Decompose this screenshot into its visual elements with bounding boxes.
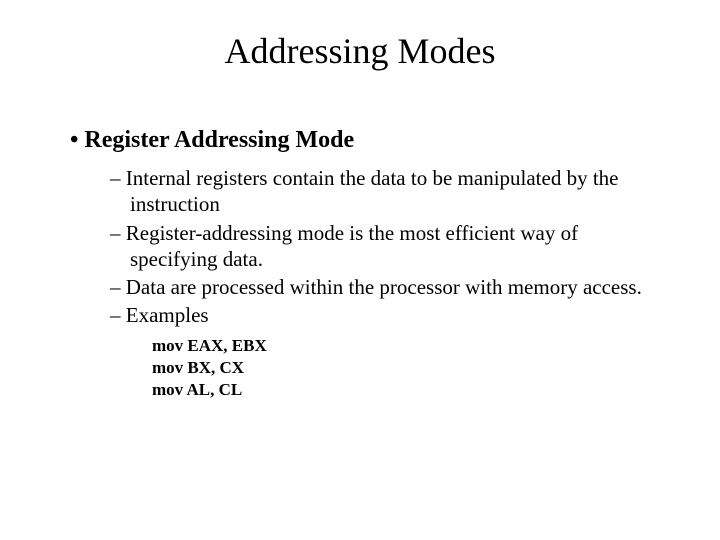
slide-body: Register Addressing Mode Internal regist… [70,125,660,401]
slide-title: Addressing Modes [0,30,720,72]
bullet-text: Internal registers contain the data to b… [126,166,619,216]
code-line: mov BX, CX [152,357,660,379]
code-line: mov EAX, EBX [152,335,660,357]
bullet-level2: Data are processed within the processor … [110,274,660,300]
bullet-level1-text: Register Addressing Mode [84,127,354,153]
bullet-level1: Register Addressing Mode [70,125,660,155]
code-examples: mov EAX, EBX mov BX, CX mov AL, CL [152,335,660,401]
bullet-level2: Examples [110,302,660,328]
bullet-text: Data are processed within the processor … [126,275,642,299]
slide: Addressing Modes Register Addressing Mod… [0,0,720,540]
code-line: mov AL, CL [152,379,660,401]
bullet-level2: Register-addressing mode is the most eff… [110,220,660,273]
bullet-text: Register-addressing mode is the most eff… [126,221,578,271]
bullet-level2-list: Internal registers contain the data to b… [110,165,660,329]
bullet-text: Examples [126,303,209,327]
bullet-level2: Internal registers contain the data to b… [110,165,660,218]
